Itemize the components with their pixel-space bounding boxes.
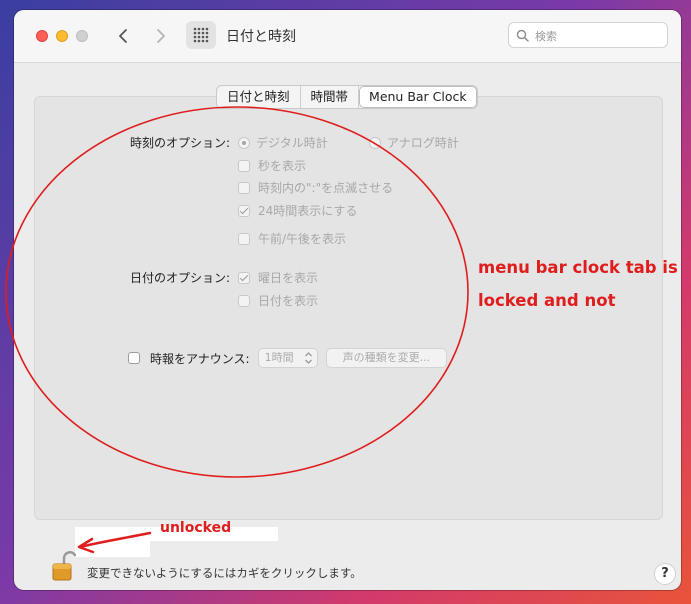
show-seconds-row[interactable]: 秒を表示 xyxy=(238,157,306,174)
back-button[interactable] xyxy=(112,24,136,48)
show-weekday-checkbox[interactable] xyxy=(238,271,250,284)
show-ampm-row[interactable]: 午前/午後を表示 xyxy=(238,230,346,247)
chevron-left-icon xyxy=(119,29,127,43)
lock-button[interactable] xyxy=(52,550,77,582)
blank-patch xyxy=(75,527,150,557)
search-input[interactable] xyxy=(533,26,665,46)
use-24h-row[interactable]: 24時間表示にする xyxy=(238,202,357,219)
tab-menu-bar-clock[interactable]: Menu Bar Clock xyxy=(359,86,477,108)
flash-separators-label: 時刻内の":"を点滅させる xyxy=(258,181,394,195)
time-options-label: 時刻のオプション: xyxy=(130,136,231,150)
radio-analog[interactable] xyxy=(369,136,381,149)
announce-label: 時報をアナウンス: xyxy=(150,351,250,366)
show-weekday-label: 曜日を表示 xyxy=(258,271,319,285)
show-date-checkbox[interactable] xyxy=(238,294,250,307)
unlocked-padlock-icon xyxy=(52,551,77,581)
zoom-window-button[interactable] xyxy=(76,30,88,42)
use-24h-checkbox[interactable] xyxy=(238,204,250,217)
annotation-unlocked: unlocked xyxy=(160,520,232,536)
show-seconds-checkbox[interactable] xyxy=(238,159,250,172)
show-ampm-label: 午前/午後を表示 xyxy=(258,232,347,246)
forward-button[interactable] xyxy=(148,24,172,48)
annotation-note-line1: menu bar clock tab is xyxy=(478,258,678,277)
show-seconds-label: 秒を表示 xyxy=(258,159,307,173)
title-bar: 日付と時刻 xyxy=(14,10,681,63)
radio-digital-label: デジタル時計 xyxy=(256,136,328,150)
updown-arrows-icon xyxy=(304,352,312,364)
announce-interval-popup[interactable]: 1時間 xyxy=(257,348,318,368)
search-icon xyxy=(516,29,529,42)
radio-analog-label: アナログ時計 xyxy=(387,136,459,150)
close-window-button[interactable] xyxy=(36,30,48,42)
announce-row: 時報をアナウンス: 1時間 声の種類を変更... xyxy=(128,348,448,368)
search-field[interactable] xyxy=(508,22,668,48)
show-date-label: 日付を表示 xyxy=(258,294,319,308)
flash-separators-row[interactable]: 時刻内の":"を点滅させる xyxy=(238,179,393,196)
minimize-window-button[interactable] xyxy=(56,30,68,42)
date-options-row: 日付のオプション: 曜日を表示 xyxy=(130,269,318,286)
date-options-label: 日付のオプション: xyxy=(130,271,231,285)
use-24h-label: 24時間表示にする xyxy=(258,204,358,218)
show-all-button[interactable] xyxy=(186,21,216,49)
tab-time-zone[interactable]: 時間帯 xyxy=(301,86,360,108)
tab-bar: 日付と時刻 時間帯 Menu Bar Clock xyxy=(216,85,478,109)
tab-date-time[interactable]: 日付と時刻 xyxy=(217,86,301,108)
chevron-right-icon xyxy=(157,29,165,43)
show-ampm-checkbox[interactable] xyxy=(238,232,250,245)
announce-interval-value: 1時間 xyxy=(264,351,294,364)
announce-checkbox[interactable] xyxy=(128,352,140,364)
annotation-note-line2: locked and not xyxy=(478,291,616,310)
lock-instruction-text: 変更できないようにするにはカギをクリックします。 xyxy=(87,566,362,580)
change-voice-button[interactable]: 声の種類を変更... xyxy=(325,348,448,368)
time-options-row: 時刻のオプション: デジタル時計 アナログ時計 xyxy=(130,134,459,151)
help-button[interactable]: ? xyxy=(654,563,676,585)
window-title: 日付と時刻 xyxy=(226,29,296,45)
radio-digital[interactable] xyxy=(238,136,250,149)
show-date-row[interactable]: 日付を表示 xyxy=(238,292,318,309)
flash-separators-checkbox[interactable] xyxy=(238,181,250,194)
grid-icon xyxy=(193,27,209,43)
